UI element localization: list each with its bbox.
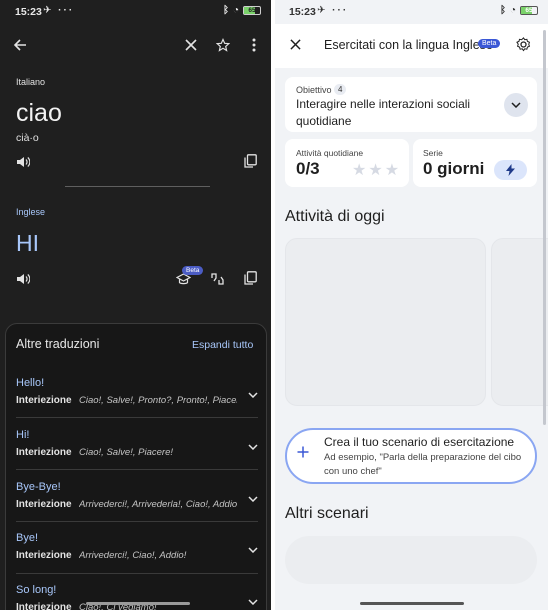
battery-icon: 65: [243, 6, 261, 15]
status-bar: 15:23 ✈ ··· ᛒ ◔ 65: [0, 0, 271, 24]
gesture-bar[interactable]: [360, 602, 464, 605]
alternatives-title: Altre traduzioni: [16, 337, 100, 351]
activity-card[interactable]: [285, 238, 486, 406]
status-time: 15:23: [289, 6, 316, 18]
alt-word: Bye!: [16, 532, 39, 544]
row-divider: [16, 573, 258, 574]
arrow-back-icon[interactable]: [10, 35, 30, 55]
scrollbar[interactable]: [543, 30, 546, 425]
star-icon: ★: [368, 162, 385, 179]
copy-icon[interactable]: [241, 269, 259, 287]
target-language-label: Inglese: [16, 207, 46, 217]
alt-word: Bye-Bye!: [16, 481, 61, 493]
gesture-bar[interactable]: [86, 602, 190, 605]
bluetooth-icon: ᛒ: [222, 5, 229, 16]
plus-icon: [297, 446, 309, 458]
status-bar: 15:23 ✈ ··· ᛒ ◔ 65: [275, 0, 548, 24]
alt-pos: Interiezione: [16, 395, 72, 406]
list-item[interactable]: Bye! Interiezione Arrivederci!, Ciao!, Ad…: [16, 532, 258, 561]
wifi-icon: ◔: [232, 5, 239, 16]
translate-panel: 15:23 ✈ ··· ᛒ ◔ 65 Italiano ciao cià·o I…: [0, 0, 271, 610]
streak-value: 0 giorni: [423, 159, 485, 178]
feedback-icon[interactable]: [208, 270, 226, 288]
daily-value: 0/3: [296, 159, 320, 178]
more-vert-icon[interactable]: [244, 35, 264, 55]
chevron-down-icon[interactable]: [248, 489, 258, 507]
alt-synonyms: Ciao!, Salve!, Pronto?, Pronto!, Piacere…: [79, 395, 237, 406]
row-divider: [16, 521, 258, 522]
row-divider: [16, 417, 258, 418]
page-title: Esercitati con la lingua Inglese: [324, 38, 493, 52]
star-icon: ★: [352, 162, 369, 179]
system-icons: ᛒ ◔ 65: [223, 5, 261, 16]
bluetooth-icon: ᛒ: [499, 5, 506, 16]
chevron-down-icon[interactable]: [248, 385, 258, 403]
alt-word: Hello!: [16, 377, 45, 389]
wifi-icon: ◔: [509, 5, 516, 16]
section-title-other: Altri scenari: [285, 505, 369, 522]
row-divider: [16, 469, 258, 470]
divider: [65, 186, 210, 187]
battery-icon: 65: [520, 6, 538, 15]
expand-all-button[interactable]: Espandi tutto: [192, 339, 253, 351]
alt-word: So long!: [16, 584, 57, 596]
list-item[interactable]: Hello! Interiezione Ciao!, Salve!, Pronto…: [16, 377, 258, 406]
alt-pos: Interiezione: [16, 602, 72, 610]
source-language-label: Italiano: [16, 77, 46, 87]
source-word: ciao: [16, 99, 62, 127]
alt-synonyms: Ciao!, Salve!, Piacere!: [79, 447, 173, 458]
system-icons: ᛒ ◔ 65: [500, 5, 538, 16]
daily-label: Attività quotidiane: [296, 148, 364, 158]
activity-card[interactable]: [491, 238, 548, 406]
close-icon[interactable]: [285, 34, 305, 54]
progress-stars: ★★★: [352, 160, 401, 180]
beta-badge: Beta: [478, 39, 501, 48]
alternatives-card: [5, 323, 267, 610]
copy-icon[interactable]: [241, 152, 259, 170]
objective-text: Interagire nelle interazioni sociali quo…: [296, 97, 471, 128]
alt-pos: Interiezione: [16, 499, 72, 510]
list-item[interactable]: Bye-Bye! Interiezione Arrivederci!, Arriv…: [16, 481, 258, 510]
alt-synonyms: Arrivederci!, Arrivederla!, Ciao!, Addio…: [79, 499, 237, 510]
alt-synonyms: Arrivederci!, Ciao!, Addio!: [79, 550, 187, 561]
streak-label: Serie: [423, 148, 443, 158]
alt-pos: Interiezione: [16, 550, 72, 561]
status-time: 15:23: [15, 6, 42, 18]
speaker-icon[interactable]: [14, 153, 32, 171]
chevron-down-icon[interactable]: [248, 540, 258, 558]
notification-icons: ✈ ···: [43, 5, 75, 16]
scenario-card[interactable]: [285, 536, 537, 584]
star-outline-icon[interactable]: [213, 35, 233, 55]
section-title-today: Attività di oggi: [285, 208, 385, 225]
chevron-down-icon[interactable]: [248, 437, 258, 455]
alt-pos: Interiezione: [16, 447, 72, 458]
objective-label: Obiettivo: [296, 85, 332, 95]
alt-word: Hi!: [16, 429, 30, 441]
star-icon: ★: [384, 162, 402, 179]
create-scenario-subtitle: Ad esempio, "Parla della preparazione de…: [324, 452, 522, 477]
close-icon[interactable]: [181, 35, 201, 55]
source-phonetic: cià·o: [16, 132, 39, 144]
notification-icons: ✈ ···: [317, 5, 349, 16]
beta-badge: Beta: [182, 266, 204, 275]
chevron-down-icon[interactable]: [248, 592, 258, 610]
practice-panel: 15:23 ✈ ··· ᛒ ◔ 65 Esercitati con la lin…: [275, 0, 548, 610]
list-item[interactable]: Hi! Interiezione Ciao!, Salve!, Piacere!: [16, 429, 258, 458]
list-item[interactable]: So long! Interiezione Ciao!, Ci vediamo!: [16, 584, 258, 610]
chevron-down-icon[interactable]: [504, 93, 528, 117]
speaker-icon[interactable]: [14, 270, 32, 288]
lightning-bolt-icon: [494, 160, 527, 180]
target-word: HI: [16, 230, 39, 256]
create-scenario-title: Crea il tuo scenario di esercitazione: [324, 435, 515, 449]
gear-icon[interactable]: [513, 34, 533, 54]
